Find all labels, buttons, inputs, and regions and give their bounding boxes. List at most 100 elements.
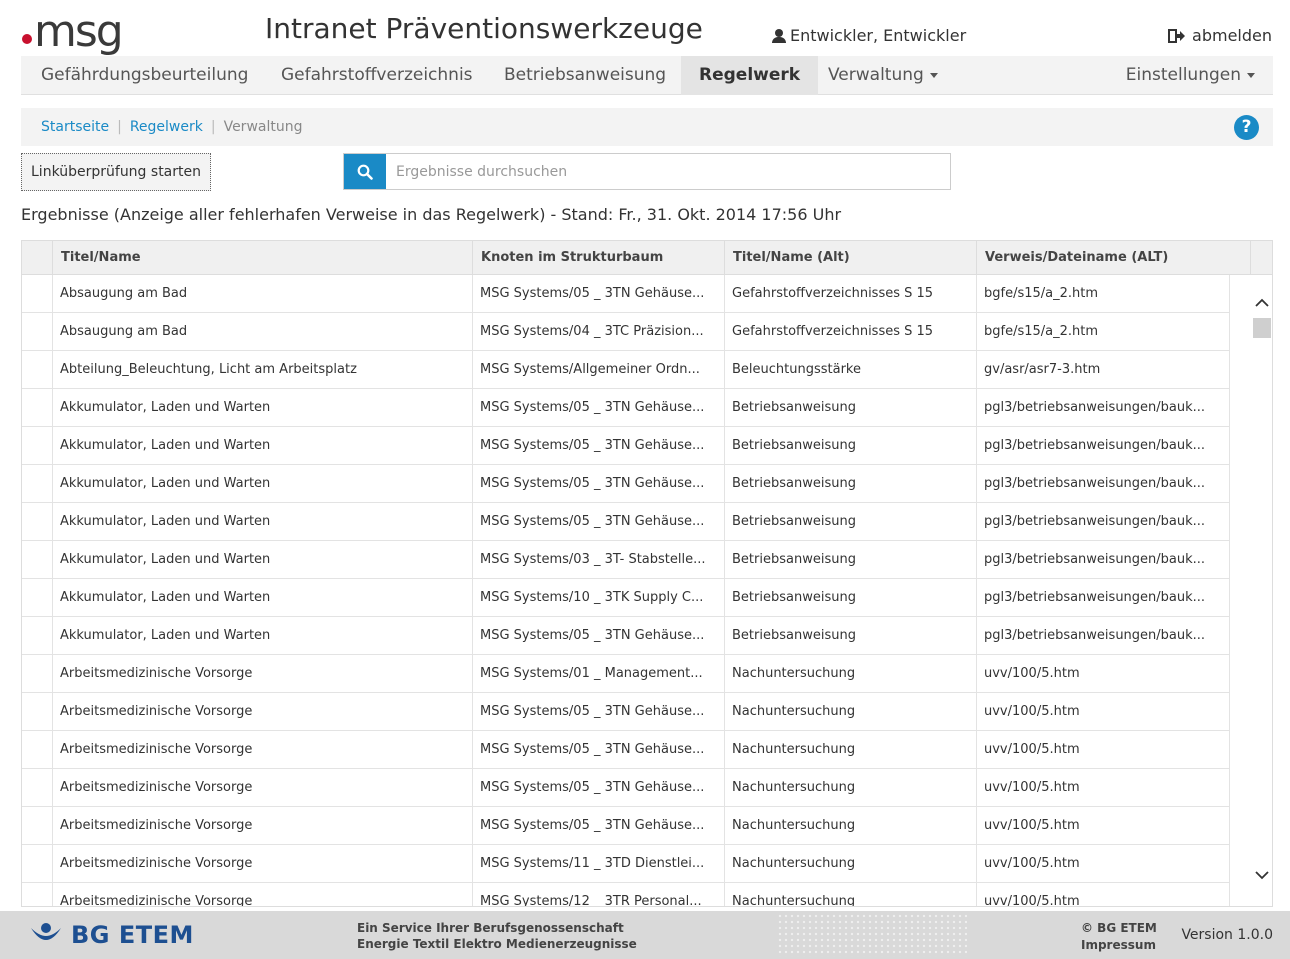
- table-row[interactable]: Akkumulator, Laden und Warten MSG Systems…: [22, 427, 1230, 465]
- row-select-cell[interactable]: [22, 883, 53, 906]
- nav-verwaltung-dropdown[interactable]: Verwaltung: [810, 56, 956, 95]
- bg-etem-logo-text: BG ETEM: [71, 921, 194, 949]
- nav-einstellungen-dropdown[interactable]: Einstellungen: [1108, 56, 1273, 95]
- row-select-cell[interactable]: [22, 579, 53, 616]
- table-row[interactable]: Akkumulator, Laden und Warten MSG Systems…: [22, 503, 1230, 541]
- cell-verweis-alt: uvv/100/5.htm: [977, 807, 1230, 844]
- table-row[interactable]: Arbeitsmedizinische Vorsorge MSG Systems/…: [22, 655, 1230, 693]
- table-row[interactable]: Akkumulator, Laden und Warten MSG Systems…: [22, 541, 1230, 579]
- row-select-cell[interactable]: [22, 351, 53, 388]
- results-title: Ergebnisse (Anzeige aller fehlerhafen Ve…: [21, 205, 842, 224]
- scroll-up-button[interactable]: [1251, 293, 1272, 313]
- caret-down-icon: [929, 72, 938, 78]
- logout-label[interactable]: abmelden: [1192, 26, 1272, 45]
- row-select-cell[interactable]: [22, 731, 53, 768]
- cell-verweis-alt: gv/asr/asr7-3.htm: [977, 351, 1230, 388]
- search-input[interactable]: [386, 154, 950, 189]
- scrollbar-thumb[interactable]: [1253, 318, 1271, 338]
- row-select-cell[interactable]: [22, 275, 53, 312]
- table-row[interactable]: Arbeitsmedizinische Vorsorge MSG Systems/…: [22, 731, 1230, 769]
- search-button[interactable]: [344, 154, 386, 189]
- cell-verweis-alt: uvv/100/5.htm: [977, 845, 1230, 882]
- table-row[interactable]: Arbeitsmedizinische Vorsorge MSG Systems/…: [22, 769, 1230, 807]
- table-header: Titel/Name Knoten im Strukturbaum Titel/…: [22, 241, 1272, 275]
- row-select-cell[interactable]: [22, 693, 53, 730]
- start-link-check-button[interactable]: Linküberprüfung starten: [21, 153, 211, 191]
- table-row[interactable]: Arbeitsmedizinische Vorsorge MSG Systems/…: [22, 883, 1230, 906]
- cell-titel-alt: Nachuntersuchung: [725, 845, 977, 882]
- table-row[interactable]: Absaugung am Bad MSG Systems/05 _ 3TN Geh…: [22, 275, 1230, 313]
- nav-gefaehrdungsbeurteilung[interactable]: Gefährdungsbeurteilung: [23, 56, 266, 95]
- row-select-cell[interactable]: [22, 807, 53, 844]
- cell-verweis-alt: uvv/100/5.htm: [977, 655, 1230, 692]
- cell-knoten: MSG Systems/05 _ 3TN Gehäuse...: [473, 427, 725, 464]
- cell-titel-name: Arbeitsmedizinische Vorsorge: [53, 769, 473, 806]
- cell-knoten: MSG Systems/Allgemeiner Ordn...: [473, 351, 725, 388]
- header-titel-alt[interactable]: Titel/Name (Alt): [725, 241, 977, 275]
- scroll-down-button[interactable]: [1251, 865, 1272, 885]
- row-select-cell[interactable]: [22, 617, 53, 654]
- msg-logo: msg: [22, 6, 124, 57]
- row-select-cell[interactable]: [22, 769, 53, 806]
- table-row[interactable]: Akkumulator, Laden und Warten MSG Systems…: [22, 579, 1230, 617]
- header-titel-name[interactable]: Titel/Name: [53, 241, 473, 275]
- row-select-cell[interactable]: [22, 313, 53, 350]
- row-select-cell[interactable]: [22, 541, 53, 578]
- nav-betriebsanweisung[interactable]: Betriebsanweisung: [486, 56, 684, 95]
- vertical-scrollbar[interactable]: [1251, 275, 1272, 906]
- cell-titel-alt: Betriebsanweisung: [725, 579, 977, 616]
- impressum-link[interactable]: Impressum: [1081, 937, 1157, 954]
- user-icon: [772, 28, 786, 43]
- cell-titel-name: Abteilung_Beleuchtung, Licht am Arbeitsp…: [53, 351, 473, 388]
- header-knoten[interactable]: Knoten im Strukturbaum: [473, 241, 725, 275]
- cell-titel-name: Akkumulator, Laden und Warten: [53, 617, 473, 654]
- bg-etem-logo-icon: [31, 923, 61, 940]
- breadcrumb-verwaltung: Verwaltung: [223, 119, 303, 135]
- cell-titel-alt: Betriebsanweisung: [725, 541, 977, 578]
- cell-titel-name: Akkumulator, Laden und Warten: [53, 427, 473, 464]
- row-select-cell[interactable]: [22, 845, 53, 882]
- current-user: Entwickler, Entwickler: [772, 26, 966, 45]
- breadcrumb-regelwerk[interactable]: Regelwerk: [130, 119, 203, 135]
- cell-titel-alt: Nachuntersuchung: [725, 769, 977, 806]
- nav-gefahrstoffverzeichnis[interactable]: Gefahrstoffverzeichnis: [263, 56, 491, 95]
- chevron-up-icon: [1254, 298, 1269, 307]
- search-box: [343, 153, 951, 190]
- table-row[interactable]: Akkumulator, Laden und Warten MSG Systems…: [22, 389, 1230, 427]
- caret-down-icon: [1247, 72, 1255, 78]
- row-select-cell[interactable]: [22, 465, 53, 502]
- table-row[interactable]: Akkumulator, Laden und Warten MSG Systems…: [22, 617, 1230, 655]
- logout-link[interactable]: abmelden: [1168, 26, 1272, 45]
- cell-titel-alt: Betriebsanweisung: [725, 427, 977, 464]
- table-row[interactable]: Abteilung_Beleuchtung, Licht am Arbeitsp…: [22, 351, 1230, 389]
- cell-verweis-alt: pgl3/betriebsanweisungen/bauk...: [977, 427, 1230, 464]
- cell-verweis-alt: pgl3/betriebsanweisungen/bauk...: [977, 465, 1230, 502]
- breadcrumb-separator: |: [210, 119, 216, 135]
- breadcrumb-startseite[interactable]: Startseite: [41, 119, 109, 135]
- service-text: Ein Service Ihrer Berufsgenossenschaft E…: [357, 920, 637, 952]
- row-select-cell[interactable]: [22, 427, 53, 464]
- row-select-cell[interactable]: [22, 655, 53, 692]
- cell-verweis-alt: pgl3/betriebsanweisungen/bauk...: [977, 579, 1230, 616]
- cell-knoten: MSG Systems/05 _ 3TN Gehäuse...: [473, 503, 725, 540]
- cell-titel-alt: Betriebsanweisung: [725, 389, 977, 426]
- row-select-cell[interactable]: [22, 503, 53, 540]
- table-row[interactable]: Arbeitsmedizinische Vorsorge MSG Systems/…: [22, 693, 1230, 731]
- header-verweis-alt[interactable]: Verweis/Dateiname (ALT): [977, 241, 1251, 275]
- cell-knoten: MSG Systems/05 _ 3TN Gehäuse...: [473, 617, 725, 654]
- cell-titel-alt: Nachuntersuchung: [725, 807, 977, 844]
- cell-titel-name: Arbeitsmedizinische Vorsorge: [53, 883, 473, 906]
- row-select-cell[interactable]: [22, 389, 53, 426]
- breadcrumb: Startseite | Regelwerk | Verwaltung ?: [21, 108, 1273, 146]
- help-icon[interactable]: ?: [1234, 115, 1259, 140]
- table-row[interactable]: Arbeitsmedizinische Vorsorge MSG Systems/…: [22, 807, 1230, 845]
- nav-regelwerk[interactable]: Regelwerk: [681, 56, 819, 95]
- table-row[interactable]: Arbeitsmedizinische Vorsorge MSG Systems/…: [22, 845, 1230, 883]
- cell-verweis-alt: uvv/100/5.htm: [977, 693, 1230, 730]
- logo-text: msg: [34, 6, 124, 57]
- cell-titel-name: Arbeitsmedizinische Vorsorge: [53, 693, 473, 730]
- copyright-block: © BG ETEM Impressum: [1081, 920, 1157, 954]
- service-line-2: Energie Textil Elektro Medienerzeugnisse: [357, 937, 637, 951]
- table-row[interactable]: Absaugung am Bad MSG Systems/04 _ 3TC Prä…: [22, 313, 1230, 351]
- table-row[interactable]: Akkumulator, Laden und Warten MSG Systems…: [22, 465, 1230, 503]
